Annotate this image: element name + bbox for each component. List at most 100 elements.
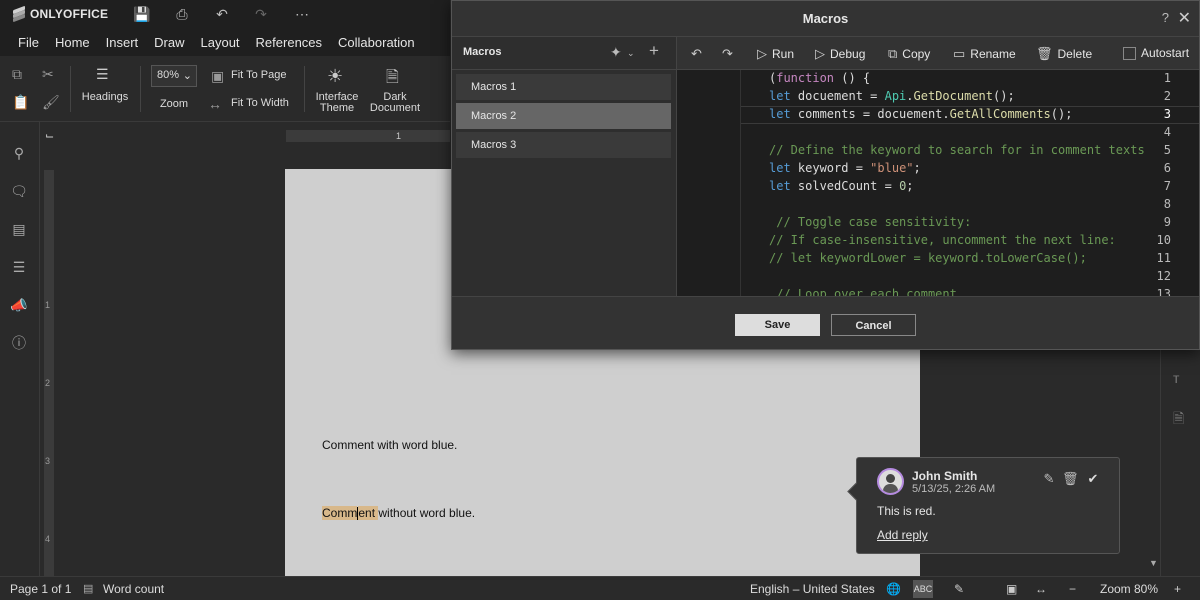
ruler-strip xyxy=(44,170,54,580)
add-reply-link[interactable]: Add reply xyxy=(877,528,928,542)
more-icon[interactable]: ⋯ xyxy=(293,6,311,22)
rename-button[interactable]: ▭ Rename xyxy=(953,46,1016,62)
paste-icon[interactable]: 📋 xyxy=(12,94,29,111)
code-line[interactable]: // Define the keyword to search for in c… xyxy=(769,143,1145,157)
ruler-mark: 1 xyxy=(396,131,402,141)
copy-button[interactable]: ⧉ Copy xyxy=(888,46,930,62)
page-indicator[interactable]: Page 1 of 1 xyxy=(10,582,71,596)
cut-icon[interactable]: ✂ xyxy=(42,66,54,83)
form-settings-icon[interactable]: 🗎 xyxy=(1173,408,1184,432)
dark-document-label-2[interactable]: Document xyxy=(366,102,424,114)
autostart-checkbox[interactable]: Autostart xyxy=(1123,46,1189,60)
menu-draw[interactable]: Draw xyxy=(146,35,192,50)
menu-layout[interactable]: Layout xyxy=(193,35,248,50)
menu-insert[interactable]: Insert xyxy=(98,35,147,50)
delete-button[interactable]: 🗑 Delete xyxy=(1036,46,1092,62)
code-line[interactable]: (function () { xyxy=(769,71,870,85)
vertical-scrollbar[interactable]: ▼ xyxy=(1146,350,1160,576)
close-icon[interactable]: ✕ xyxy=(1178,8,1191,28)
save-icon[interactable]: 💾 xyxy=(133,6,151,22)
search-icon[interactable]: ⚲ xyxy=(10,144,28,162)
format-painter-icon[interactable]: 🖌 xyxy=(42,94,60,111)
resolve-icon[interactable]: ✔ xyxy=(1085,471,1101,487)
line-number: 1 xyxy=(1163,71,1171,85)
code-line[interactable]: // Toggle case sensitivity: xyxy=(769,215,971,229)
edit-icon[interactable]: ✎ xyxy=(1041,471,1057,487)
menu-file[interactable]: File xyxy=(10,35,47,50)
track-changes-icon[interactable]: ✎ xyxy=(954,582,964,596)
language-select[interactable]: English – United States xyxy=(750,582,875,596)
ruler-mark: 2 xyxy=(45,378,51,388)
tab-stop-icon[interactable]: ⌙ xyxy=(45,129,54,142)
save-button[interactable]: Save xyxy=(735,314,820,336)
ai-wand-icon[interactable]: ✦ xyxy=(610,44,622,61)
fit-page-icon[interactable]: ▣ xyxy=(211,68,224,85)
code-line[interactable]: let docuement = Api.GetDocument(); xyxy=(769,89,1015,103)
feedback-icon[interactable]: 📣 xyxy=(10,296,28,314)
comment-highlight[interactable]: ent xyxy=(358,506,379,520)
code-line[interactable]: // If case-insensitive, uncomment the ne… xyxy=(769,233,1116,247)
headings-icon[interactable]: ☰ xyxy=(96,66,109,83)
about-icon[interactable]: ⓘ xyxy=(10,334,28,352)
interface-theme-label-2[interactable]: Theme xyxy=(312,102,362,114)
zoom-in-icon[interactable]: + xyxy=(1174,582,1181,596)
document-line[interactable]: Comment with word blue. xyxy=(322,438,457,452)
fit-width-icon[interactable]: ↔ xyxy=(208,96,222,112)
toolbar-divider xyxy=(304,66,305,112)
comment-date: 5/13/25, 2:26 AM xyxy=(912,483,996,495)
code-line[interactable]: let comments = docuement.GetAllComments(… xyxy=(769,107,1072,121)
macro-item-selected[interactable]: Macros 2 xyxy=(456,103,671,129)
navigation-icon[interactable]: ☰ xyxy=(10,258,28,276)
print-icon[interactable]: ⎙ xyxy=(173,6,191,22)
zoom-select[interactable]: 80% ⌄ xyxy=(151,65,197,87)
macro-item[interactable]: Macros 3 xyxy=(456,132,671,158)
text-settings-icon[interactable]: ᴛ xyxy=(1173,370,1179,386)
debug-button[interactable]: ▷ Debug xyxy=(815,46,865,62)
run-button[interactable]: ▷ Run xyxy=(757,46,794,62)
add-macro-icon[interactable]: + xyxy=(649,41,659,61)
zoom-out-icon[interactable]: − xyxy=(1069,582,1076,596)
comments-icon[interactable]: 🗨 xyxy=(10,182,28,200)
menu-home[interactable]: Home xyxy=(47,35,98,50)
undo-icon[interactable]: ↶ xyxy=(691,46,702,62)
dark-document-icon[interactable]: 🗎 xyxy=(386,66,399,93)
vertical-ruler[interactable]: 1 2 3 4 xyxy=(40,150,58,580)
copy-icon[interactable]: ⧉ xyxy=(12,66,22,83)
fit-width-icon[interactable]: ↔ xyxy=(1035,582,1047,596)
menu-collaboration[interactable]: Collaboration xyxy=(330,35,423,50)
comment-highlight[interactable]: Comm xyxy=(322,506,358,520)
chat-icon[interactable]: ▤ xyxy=(10,220,28,238)
code-line[interactable]: // let keywordLower = keyword.toLowerCas… xyxy=(769,251,1087,265)
trash-icon[interactable]: 🗑 xyxy=(1062,471,1079,487)
undo-icon[interactable]: ↶ xyxy=(213,6,231,22)
right-sidebar: ᴛ 🗎 xyxy=(1160,350,1200,576)
code-line[interactable]: let solvedCount = 0; xyxy=(769,179,914,193)
redo-icon[interactable]: ↷ xyxy=(252,6,270,22)
document-line[interactable]: Comment without word blue. xyxy=(322,506,475,521)
code-line[interactable]: let keyword = "blue"; xyxy=(769,161,921,175)
fit-page-button[interactable]: Fit To Page xyxy=(231,69,286,81)
code-line[interactable]: // Loop over each comment xyxy=(769,287,957,296)
scroll-down-icon[interactable]: ▼ xyxy=(1149,558,1158,568)
help-icon[interactable]: ? xyxy=(1162,10,1169,25)
menu-references[interactable]: References xyxy=(248,35,330,50)
word-count-button[interactable]: Word count xyxy=(103,582,164,596)
line-number: 2 xyxy=(1163,89,1171,103)
interface-theme-icon[interactable]: ☀ xyxy=(327,66,343,87)
macros-panel-header: Macros ✦ ⌄ + xyxy=(452,37,677,70)
fit-page-icon[interactable]: ▣ xyxy=(1006,582,1017,596)
chevron-down-icon[interactable]: ⌄ xyxy=(627,48,635,59)
cancel-button[interactable]: Cancel xyxy=(831,314,916,336)
globe-icon[interactable]: 🌐 xyxy=(886,582,901,596)
macro-item[interactable]: Macros 1 xyxy=(456,74,671,100)
zoom-select-value: 80% xyxy=(157,69,180,81)
fit-width-button[interactable]: Fit To Width xyxy=(231,97,289,109)
headings-label[interactable]: Headings xyxy=(80,91,130,103)
code-editor[interactable]: 1 (function () { 2 let docuement = Api.GetD… xyxy=(677,70,1199,296)
ruler-mark: 1 xyxy=(45,300,51,310)
zoom-indicator[interactable]: Zoom 80% xyxy=(1100,582,1158,596)
redo-icon[interactable]: ↷ xyxy=(722,46,733,62)
spellcheck-icon[interactable]: ABC xyxy=(913,580,933,598)
word-count-icon[interactable]: ▤ xyxy=(83,582,93,595)
horizontal-ruler[interactable]: ⌙ 1 xyxy=(40,122,450,150)
